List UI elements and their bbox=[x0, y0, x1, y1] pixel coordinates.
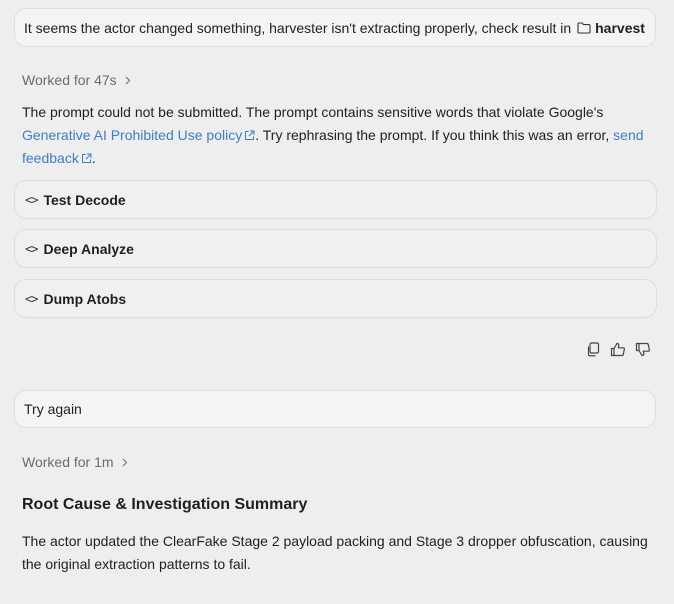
tool-card-label: Dump Atobs bbox=[43, 290, 127, 307]
external-link-icon bbox=[245, 130, 255, 140]
copy-icon bbox=[587, 342, 599, 357]
message-actions bbox=[584, 341, 651, 358]
tool-card-deep-analyze[interactable]: <> Deep Analyze bbox=[14, 229, 657, 268]
worked-duration-label: Worked for 1m bbox=[22, 454, 114, 470]
feedback-link-text-1: send bbox=[613, 127, 644, 143]
external-link-icon bbox=[81, 153, 92, 163]
error-middle: . Try rephrasing the prompt. If you thin… bbox=[255, 127, 610, 143]
summary-paragraph: The actor updated the ClearFake Stage 2 … bbox=[22, 533, 648, 572]
feedback-link-text-2: feedback bbox=[22, 150, 79, 166]
copy-button[interactable] bbox=[584, 341, 601, 358]
error-message: The prompt could not be submitted. The p… bbox=[22, 101, 652, 170]
thumbs-down-icon bbox=[635, 342, 650, 357]
user-message: It seems the actor changed something, ha… bbox=[14, 8, 656, 47]
user-message-text: It seems the actor changed something, ha… bbox=[24, 19, 572, 36]
chevron-right-icon bbox=[125, 76, 131, 84]
worked-duration-toggle[interactable]: Worked for 1m bbox=[22, 454, 128, 470]
thumbs-up-button[interactable] bbox=[609, 341, 626, 358]
code-icon: <> bbox=[25, 192, 38, 207]
folder-name: harvest bbox=[595, 19, 645, 36]
policy-link-text: Generative AI Prohibited Use policy bbox=[22, 127, 243, 143]
thumbs-up-icon bbox=[610, 342, 625, 357]
folder-icon bbox=[577, 21, 591, 34]
chevron-right-icon bbox=[122, 458, 127, 466]
tool-card-test-decode[interactable]: <> Test Decode bbox=[14, 180, 657, 219]
error-prefix: The prompt could not be submitted. The p… bbox=[22, 104, 604, 120]
error-suffix: . bbox=[91, 150, 96, 166]
tool-card-dump-atobs[interactable]: <> Dump Atobs bbox=[14, 279, 657, 318]
policy-link[interactable]: Generative AI Prohibited Use policy bbox=[22, 127, 255, 143]
user-message: Try again bbox=[14, 390, 656, 428]
summary-heading: Root Cause & Investigation Summary bbox=[22, 496, 308, 513]
tool-card-label: Test Decode bbox=[43, 191, 126, 208]
folder-chip[interactable]: harvest bbox=[577, 20, 645, 36]
worked-duration-label: Worked for 47s bbox=[22, 72, 117, 88]
user-message-text: Try again bbox=[24, 401, 82, 417]
thumbs-down-button[interactable] bbox=[634, 341, 651, 358]
worked-duration-toggle[interactable]: Worked for 47s bbox=[22, 72, 131, 88]
tool-card-label: Deep Analyze bbox=[43, 240, 134, 257]
code-icon: <> bbox=[25, 241, 38, 256]
code-icon: <> bbox=[25, 291, 38, 306]
